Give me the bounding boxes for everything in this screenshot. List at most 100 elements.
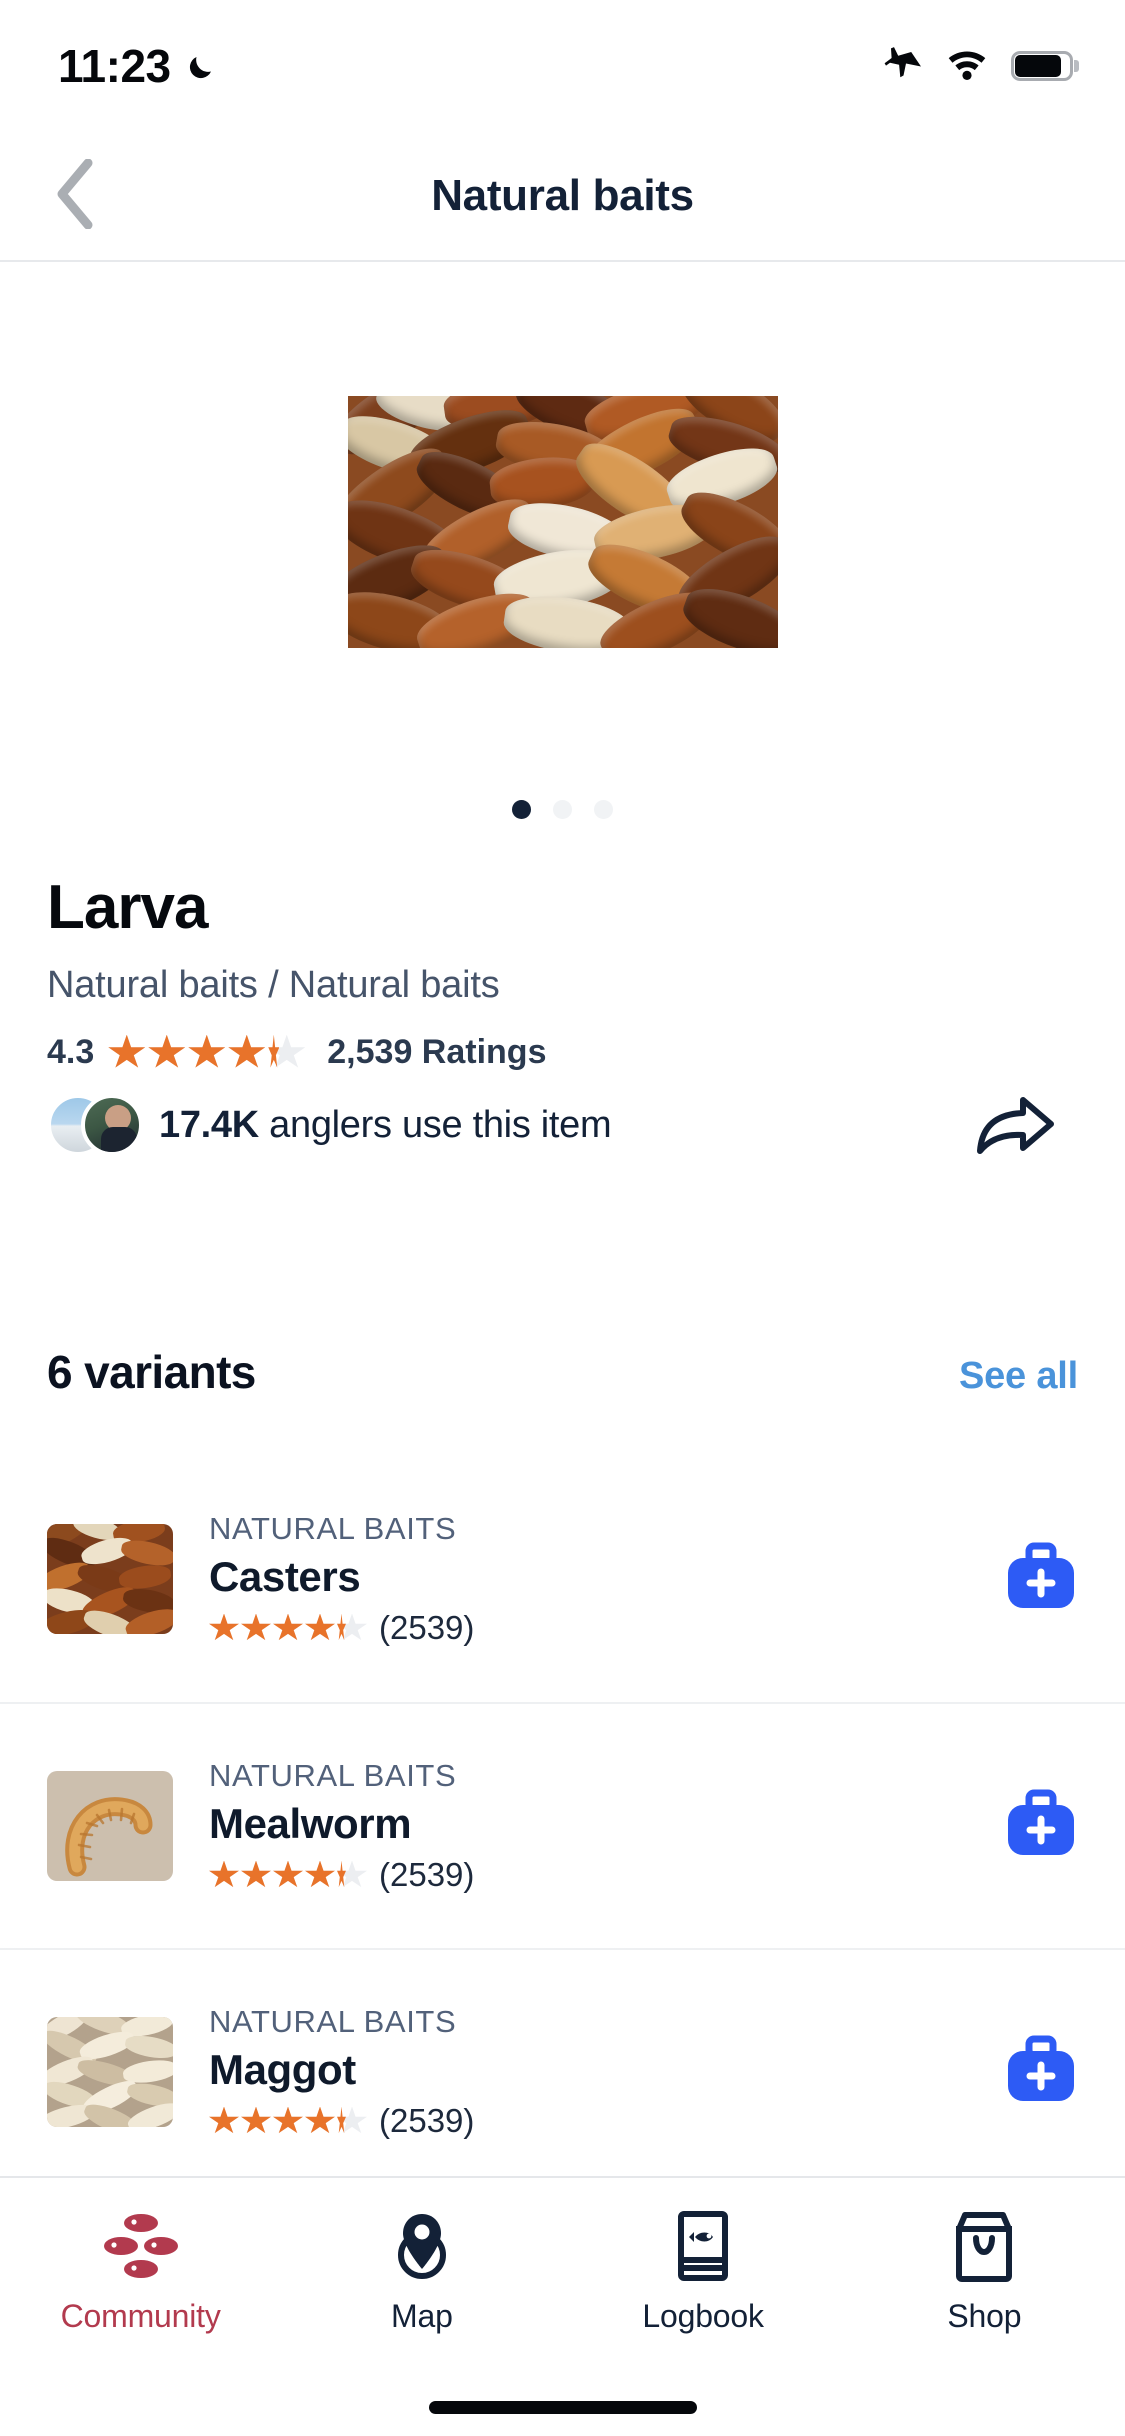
- variant-review-count: (2539): [379, 1609, 475, 1646]
- variant-rating-row: (2539): [209, 1856, 1004, 1894]
- rating-value: 4.3: [47, 1033, 95, 1072]
- battery-icon: [1011, 51, 1079, 81]
- wifi-icon: [945, 47, 989, 86]
- chevron-left-icon: [54, 158, 96, 234]
- gallery-page-dots[interactable]: [0, 800, 1125, 819]
- casters-thumbnail: [47, 1524, 173, 1634]
- page-dot-2[interactable]: [553, 800, 572, 819]
- star-icon: [273, 1860, 303, 1890]
- status-bar-left: 11:23: [58, 39, 219, 93]
- list-item[interactable]: NATURAL BAITS Mealworm (2539): [0, 1702, 1125, 1948]
- rating-stars: [209, 1860, 367, 1890]
- anglers-count: 17.4K: [159, 1103, 259, 1146]
- star-icon: [305, 1860, 335, 1890]
- rating-stars: [209, 1613, 367, 1643]
- star-icon: [273, 2106, 303, 2136]
- see-all-link[interactable]: See all: [959, 1355, 1078, 1398]
- home-indicator: [428, 2401, 697, 2414]
- star-icon: [337, 1613, 367, 1643]
- share-arrow-icon: [967, 1097, 1059, 1164]
- star-icon: [273, 1613, 303, 1643]
- star-icon: [241, 1860, 271, 1890]
- add-to-tacklebox-button[interactable]: [1004, 1788, 1078, 1865]
- star-icon: [268, 1034, 306, 1071]
- variant-name: Maggot: [209, 2046, 356, 2093]
- status-bar: 11:23: [0, 0, 1125, 132]
- hero-image[interactable]: [347, 396, 778, 648]
- tacklebox-plus-icon: [1004, 1541, 1078, 1618]
- map-pin-icon: [384, 2210, 460, 2282]
- variant-category: NATURAL BAITS: [209, 1511, 457, 1546]
- status-time: 11:23: [58, 40, 171, 92]
- back-button[interactable]: [30, 151, 120, 241]
- variant-meta: NATURAL BAITS Maggot (2539): [209, 2004, 1004, 2140]
- mealworm-thumbnail: [47, 1771, 173, 1881]
- star-icon: [148, 1034, 186, 1071]
- navigation-bar: Natural baits: [0, 132, 1125, 262]
- variant-meta: NATURAL BAITS Mealworm (2539): [209, 1758, 1004, 1894]
- variant-rating-row: (2539): [209, 1609, 1004, 1647]
- gallery-hero[interactable]: [0, 262, 1125, 782]
- variant-category: NATURAL BAITS: [209, 1758, 457, 1793]
- star-icon: [209, 2106, 239, 2136]
- variant-review-count: (2539): [379, 1856, 475, 1893]
- avatar: [81, 1094, 143, 1157]
- star-icon: [337, 2106, 367, 2136]
- star-icon: [241, 1613, 271, 1643]
- page-title: Natural baits: [431, 171, 694, 220]
- variant-meta: NATURAL BAITS Casters (2539): [209, 1511, 1004, 1647]
- product-rating-row: 4.3 2,539 Ratings: [47, 1033, 1078, 1072]
- bottom-tab-bar: Community Map Logbook Shop: [0, 2176, 1125, 2436]
- star-icon: [241, 2106, 271, 2136]
- variants-list: NATURAL BAITS Casters (2539) NATURAL BAI…: [0, 1456, 1125, 2194]
- add-to-tacklebox-button[interactable]: [1004, 2034, 1078, 2111]
- tacklebox-plus-icon: [1004, 2034, 1078, 2111]
- variant-name: Casters: [209, 1553, 361, 1600]
- tab-logbook[interactable]: Logbook: [563, 2210, 844, 2335]
- anglers-usage-label: 17.4K anglers use this item: [159, 1103, 612, 1147]
- star-icon: [337, 1860, 367, 1890]
- variants-header: 6 variants See all: [0, 1345, 1125, 1399]
- variants-title: 6 variants: [47, 1346, 256, 1398]
- variant-category: NATURAL BAITS: [209, 2004, 457, 2039]
- page-dot-1[interactable]: [512, 800, 531, 819]
- app-screen: 11:23 Natural baits Larva Natural baits …: [0, 0, 1125, 2436]
- tab-community[interactable]: Community: [0, 2210, 281, 2335]
- star-icon: [305, 1613, 335, 1643]
- ratings-count-label: 2,539 Ratings: [327, 1033, 547, 1072]
- star-icon: [209, 1860, 239, 1890]
- tab-label: Shop: [947, 2298, 1022, 2334]
- airplane-mode-icon: [883, 44, 923, 89]
- rating-stars: [108, 1034, 306, 1071]
- star-icon: [188, 1034, 226, 1071]
- tab-label: Community: [60, 2298, 221, 2334]
- rating-stars: [209, 2106, 367, 2136]
- star-icon: [209, 1613, 239, 1643]
- star-icon: [228, 1034, 266, 1071]
- hero-image-art: [347, 396, 778, 648]
- product-category-path: Natural baits / Natural baits: [47, 964, 500, 1007]
- tab-label: Logbook: [642, 2298, 764, 2334]
- product-info: Larva Natural baits / Natural baits 4.3 …: [0, 873, 1125, 1157]
- tab-map[interactable]: Map: [281, 2210, 562, 2335]
- status-bar-right: [883, 44, 1079, 89]
- anglers-suffix: anglers use this item: [258, 1103, 612, 1146]
- fish-scales-icon: [99, 2210, 183, 2282]
- moon-icon: [185, 49, 219, 83]
- anglers-usage-row: 17.4K anglers use this item: [47, 1094, 1078, 1157]
- add-to-tacklebox-button[interactable]: [1004, 1541, 1078, 1618]
- product-name: Larva: [47, 873, 208, 942]
- page-dot-3[interactable]: [594, 800, 613, 819]
- star-icon: [305, 2106, 335, 2136]
- shopping-bag-icon: [951, 2210, 1017, 2282]
- variant-name: Mealworm: [209, 1800, 412, 1847]
- share-button[interactable]: [967, 1090, 1059, 1160]
- star-icon: [108, 1034, 146, 1071]
- variant-rating-row: (2539): [209, 2102, 1004, 2140]
- tacklebox-plus-icon: [1004, 1788, 1078, 1865]
- list-item[interactable]: NATURAL BAITS Casters (2539): [0, 1456, 1125, 1702]
- variant-review-count: (2539): [379, 2102, 475, 2139]
- tab-shop[interactable]: Shop: [844, 2210, 1125, 2335]
- angler-avatars: [47, 1094, 143, 1157]
- list-item[interactable]: NATURAL BAITS Maggot (2539): [0, 1948, 1125, 2194]
